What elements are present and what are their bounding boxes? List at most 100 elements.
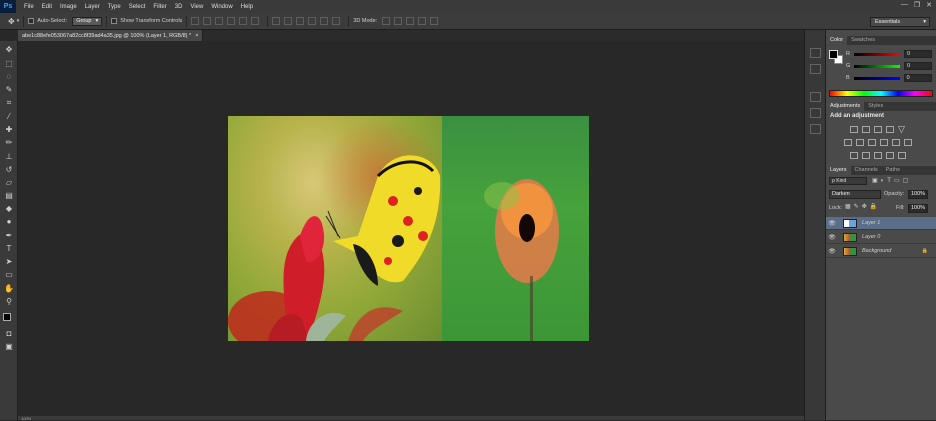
auto-select-checkbox[interactable] bbox=[28, 18, 35, 24]
history-brush-tool-icon[interactable]: ↺ bbox=[3, 164, 15, 175]
quick-mask-icon[interactable]: ◘ bbox=[3, 328, 15, 339]
layer-row-layer-1[interactable]: 👁 Layer 1 bbox=[826, 217, 936, 230]
align-left-icon[interactable] bbox=[227, 17, 236, 25]
character-panel-icon[interactable] bbox=[810, 92, 821, 102]
type-tool-icon[interactable]: T bbox=[3, 243, 15, 254]
healing-brush-tool-icon[interactable]: ✚ bbox=[3, 124, 15, 135]
menu-file[interactable]: File bbox=[24, 4, 34, 10]
tab-adjustments[interactable]: Adjustments bbox=[826, 102, 865, 111]
tab-paths[interactable]: Paths bbox=[882, 166, 904, 175]
eye-icon[interactable]: 👁 bbox=[826, 220, 838, 227]
eye-icon[interactable]: 👁 bbox=[826, 234, 838, 241]
red-slider[interactable] bbox=[853, 52, 900, 56]
document-tab[interactable]: abe1c88efe053067a82cc8f39ad4a35.jpg @ 10… bbox=[18, 30, 204, 41]
move-tool-icon[interactable]: ✥ bbox=[3, 44, 15, 55]
blur-tool-icon[interactable]: ◆ bbox=[3, 203, 15, 214]
menu-window[interactable]: Window bbox=[211, 4, 232, 10]
quick-select-tool-icon[interactable]: ✎ bbox=[3, 84, 15, 95]
marquee-tool-icon[interactable]: ⬚ bbox=[3, 58, 15, 69]
minimize-button[interactable]: — bbox=[901, 1, 908, 9]
menu-image[interactable]: Image bbox=[60, 4, 77, 10]
curves-icon[interactable] bbox=[874, 126, 882, 133]
align-vcenter-icon[interactable] bbox=[203, 17, 212, 25]
brush-panel-icon[interactable] bbox=[810, 124, 821, 134]
auto-select-dropdown[interactable]: Group ▾ bbox=[72, 16, 103, 26]
menu-layer[interactable]: Layer bbox=[85, 4, 100, 10]
menu-3d[interactable]: 3D bbox=[175, 4, 183, 10]
red-value-field[interactable]: 0 bbox=[903, 50, 932, 58]
eye-icon[interactable]: 👁 bbox=[826, 248, 838, 255]
gradient-tool-icon[interactable]: ▤ bbox=[3, 190, 15, 201]
eraser-tool-icon[interactable]: ▱ bbox=[3, 177, 15, 188]
brush-tool-icon[interactable]: ✏ bbox=[3, 137, 15, 148]
threshold-icon[interactable] bbox=[874, 152, 882, 159]
layer-name[interactable]: Background bbox=[862, 248, 891, 254]
layer-filter-kind-dropdown[interactable]: ρ Kind bbox=[829, 177, 867, 185]
clone-stamp-tool-icon[interactable]: ⊥ bbox=[3, 151, 15, 162]
selective-color-icon[interactable] bbox=[898, 152, 906, 159]
menu-view[interactable]: View bbox=[190, 4, 203, 10]
menu-type[interactable]: Type bbox=[108, 4, 121, 10]
align-hcenter-icon[interactable] bbox=[239, 17, 248, 25]
foreground-color-swatch[interactable] bbox=[3, 313, 11, 321]
menu-select[interactable]: Select bbox=[129, 4, 146, 10]
distribute-vcenter-icon[interactable] bbox=[284, 17, 293, 25]
close-button[interactable]: ✕ bbox=[926, 1, 932, 9]
align-right-icon[interactable] bbox=[251, 17, 260, 25]
3d-slide-icon[interactable] bbox=[418, 17, 427, 25]
layer-name[interactable]: Layer 1 bbox=[862, 220, 880, 226]
layer-row-layer-0[interactable]: 👁 Layer 0 bbox=[826, 231, 936, 244]
invert-icon[interactable] bbox=[850, 152, 858, 159]
close-tab-icon[interactable]: × bbox=[195, 33, 198, 39]
distribute-top-icon[interactable] bbox=[272, 17, 281, 25]
3d-drag-icon[interactable] bbox=[406, 17, 415, 25]
menu-help[interactable]: Help bbox=[241, 4, 253, 10]
3d-scale-icon[interactable] bbox=[430, 17, 439, 25]
tab-color[interactable]: Color bbox=[826, 36, 848, 45]
channel-mixer-icon[interactable] bbox=[892, 139, 900, 146]
tab-swatches[interactable]: Swatches bbox=[847, 36, 879, 45]
paragraph-panel-icon[interactable] bbox=[810, 108, 821, 118]
tab-layers[interactable]: Layers bbox=[826, 166, 851, 175]
lasso-tool-icon[interactable]: ◌ bbox=[3, 71, 15, 82]
green-value-field[interactable]: 0 bbox=[904, 62, 932, 70]
distribute-bottom-icon[interactable] bbox=[296, 17, 305, 25]
layer-name[interactable]: Layer 0 bbox=[862, 234, 880, 240]
layer-row-background[interactable]: 👁 Background 🔒 bbox=[826, 245, 936, 258]
blue-slider[interactable] bbox=[853, 76, 900, 80]
posterize-icon[interactable] bbox=[862, 152, 870, 159]
blue-value-field[interactable]: 0 bbox=[903, 74, 932, 82]
exposure-icon[interactable] bbox=[886, 126, 894, 133]
layer-filter-icons[interactable]: ▣◐T▭▢ bbox=[872, 177, 911, 184]
zoom-level[interactable]: 100% bbox=[21, 416, 31, 421]
tool-preset-chevron-icon[interactable]: ▾ bbox=[17, 18, 20, 24]
fill-field[interactable]: 100% bbox=[908, 204, 928, 213]
menu-filter[interactable]: Filter bbox=[153, 4, 166, 10]
photo-filter-icon[interactable] bbox=[880, 139, 888, 146]
opacity-field[interactable]: 100% bbox=[908, 190, 928, 199]
3d-roll-icon[interactable] bbox=[394, 17, 403, 25]
path-selection-tool-icon[interactable]: ➤ bbox=[3, 256, 15, 267]
gradient-map-icon[interactable] bbox=[886, 152, 894, 159]
menu-edit[interactable]: Edit bbox=[42, 4, 52, 10]
crop-tool-icon[interactable]: ⌗ bbox=[3, 97, 15, 108]
color-balance-icon[interactable] bbox=[856, 139, 864, 146]
blend-mode-dropdown[interactable]: Darken bbox=[829, 190, 881, 199]
align-top-icon[interactable] bbox=[191, 17, 200, 25]
document-image[interactable] bbox=[228, 116, 589, 341]
color-spectrum-ramp[interactable] bbox=[829, 90, 933, 97]
distribute-hcenter-icon[interactable] bbox=[320, 17, 329, 25]
distribute-right-icon[interactable] bbox=[332, 17, 341, 25]
black-white-icon[interactable] bbox=[868, 139, 876, 146]
screen-mode-icon[interactable]: ▣ bbox=[3, 341, 15, 352]
hue-saturation-icon[interactable] bbox=[844, 139, 852, 146]
vibrance-icon[interactable]: ▽ bbox=[898, 124, 905, 135]
properties-panel-icon[interactable] bbox=[810, 64, 821, 74]
3d-rotate-icon[interactable] bbox=[382, 17, 391, 25]
move-tool-icon[interactable]: ✥ bbox=[8, 17, 15, 26]
distribute-left-icon[interactable] bbox=[308, 17, 317, 25]
eyedropper-tool-icon[interactable]: ⁄ bbox=[3, 111, 15, 122]
levels-icon[interactable] bbox=[862, 126, 870, 133]
history-panel-icon[interactable] bbox=[810, 48, 821, 58]
dodge-tool-icon[interactable]: ● bbox=[3, 216, 15, 227]
